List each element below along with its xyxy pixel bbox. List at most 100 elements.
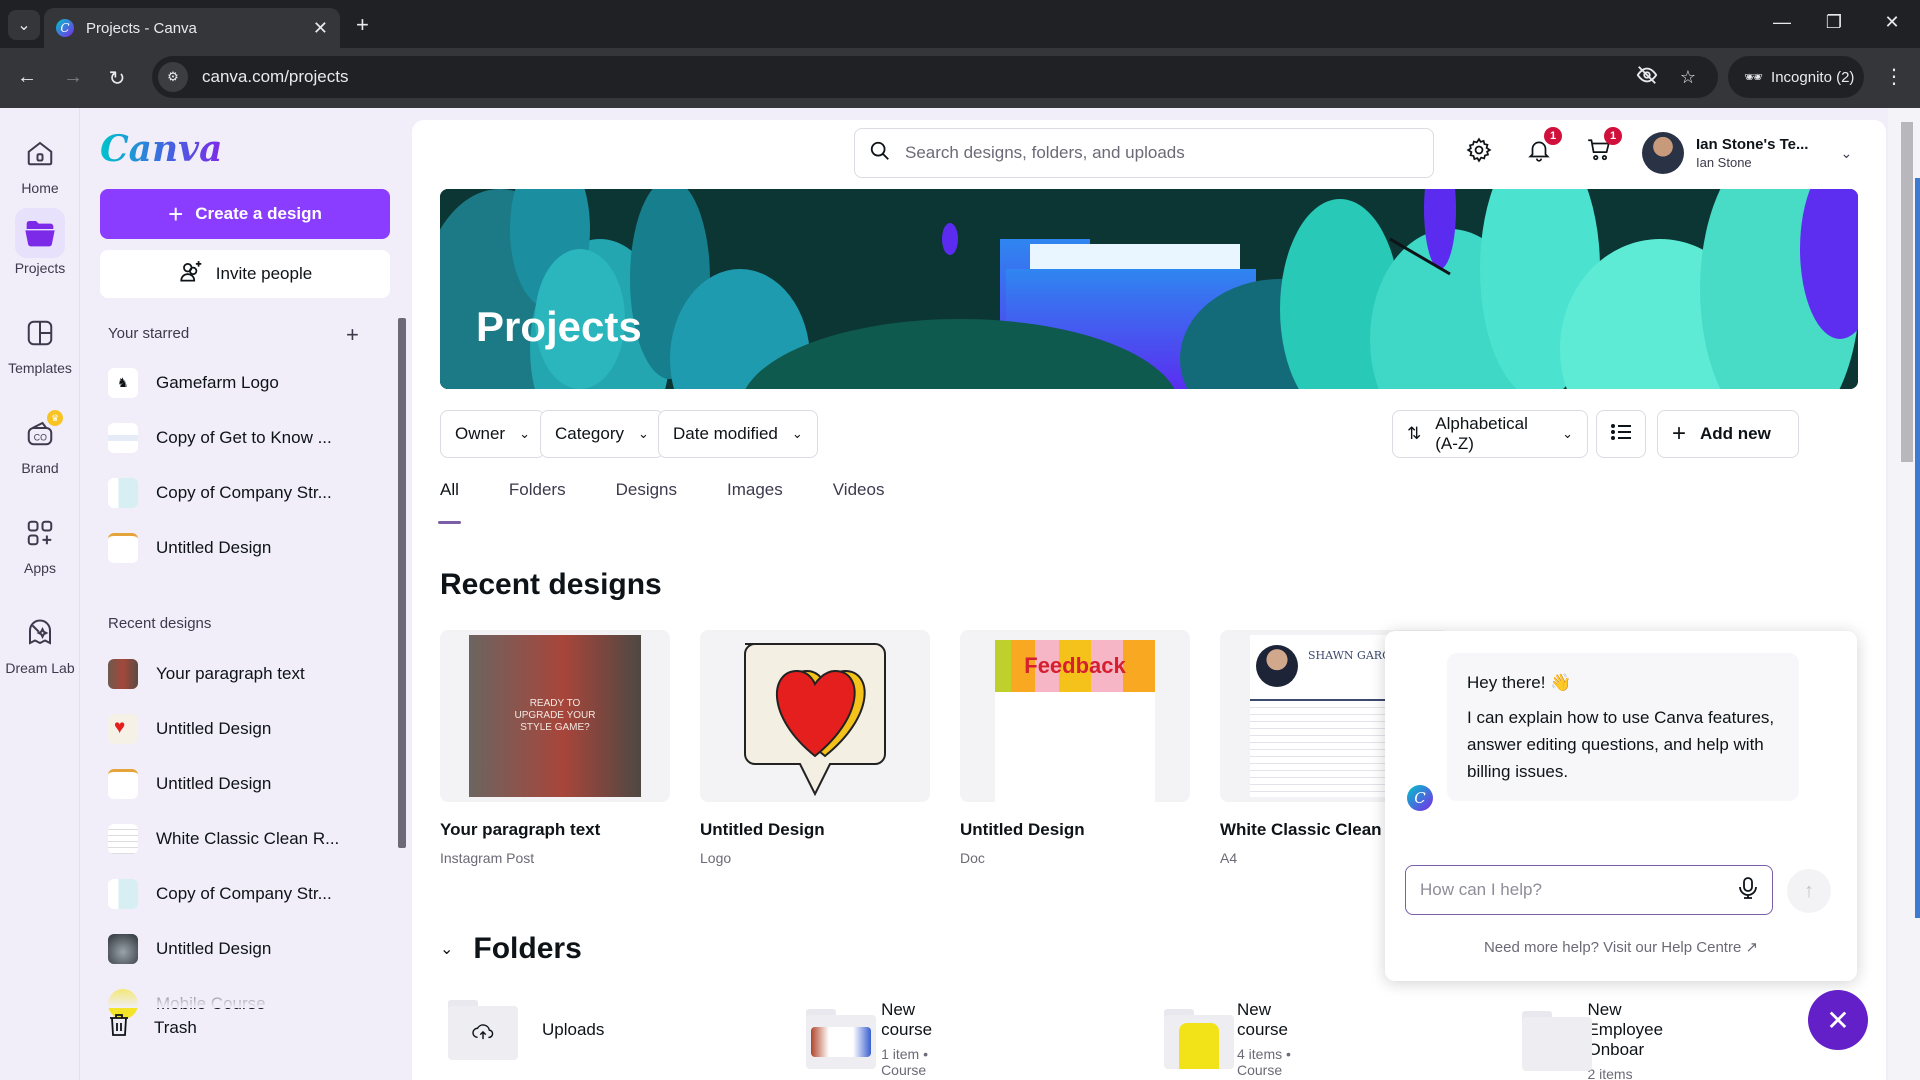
recent-designs-grid: READY TO UPGRADE YOUR STYLE GAME? Your p… (440, 630, 1450, 866)
microphone-icon[interactable] (1738, 876, 1758, 905)
incognito-indicator[interactable]: 🕶 Incognito (2) (1728, 56, 1864, 98)
folder-item[interactable]: New course 4 items • Course (1164, 1000, 1309, 1078)
starred-item[interactable]: ♞ Gamefarm Logo (108, 355, 388, 410)
trash-button[interactable]: Trash (108, 1013, 197, 1042)
tab-designs[interactable]: Designs (616, 480, 677, 524)
crown-badge-icon: ♛ (47, 410, 63, 426)
rail-label: Projects (14, 260, 66, 276)
design-card[interactable]: READY TO UPGRADE YOUR STYLE GAME? Your p… (440, 630, 670, 866)
site-info-icon[interactable]: ⚙ (158, 62, 188, 92)
assistant-input[interactable] (1420, 880, 1738, 900)
browser-tab-bar: ⌄ C Projects - Canva ✕ + — ❐ ✕ (0, 0, 1920, 48)
sort-dropdown[interactable]: ⇅ Alphabetical (A-Z) ⌄ (1392, 410, 1588, 458)
recent-item[interactable]: White Classic Clean R... (108, 811, 388, 866)
rail-item-projects[interactable]: Projects (0, 208, 80, 276)
url-text[interactable]: canva.com/projects (202, 67, 1636, 87)
tab-folders[interactable]: Folders (509, 480, 566, 524)
rail-item-dream-lab[interactable]: Dream Lab (0, 608, 80, 676)
chevron-down-icon: ⌄ (17, 17, 31, 34)
chevron-down-icon: ⌄ (1840, 144, 1853, 161)
forward-button[interactable]: → (60, 66, 86, 89)
tab-search-button[interactable]: ⌄ (8, 10, 40, 40)
apps-icon (15, 508, 65, 558)
new-tab-button[interactable]: + (356, 12, 369, 38)
list-view-icon (1610, 422, 1632, 447)
starred-item[interactable]: Copy of Company Str... (108, 465, 388, 520)
plus-icon: + (168, 198, 184, 229)
close-assistant-button[interactable]: ✕ (1808, 990, 1868, 1050)
recent-item[interactable]: Your paragraph text (108, 646, 388, 701)
folder-item[interactable]: New Employee Onboar 2 items (1522, 1000, 1692, 1080)
send-button[interactable]: ↑ (1787, 869, 1831, 913)
trash-label: Trash (154, 1017, 197, 1037)
design-card[interactable]: Untitled Design Logo (700, 630, 930, 866)
folder-item[interactable]: Uploads (448, 1000, 604, 1060)
category-filter[interactable]: Category ⌄ (540, 410, 664, 458)
reload-button[interactable]: ↻ (104, 66, 130, 91)
add-new-button[interactable]: + Add new (1657, 410, 1799, 458)
account-team-name: Ian Stone's Te... (1696, 136, 1809, 153)
notifications-button[interactable]: 1 (1522, 127, 1562, 169)
projects-hero-banner: Projects (440, 189, 1858, 389)
create-design-button[interactable]: + Create a design (100, 189, 390, 239)
address-bar[interactable]: ⚙ canva.com/projects ☆ (152, 56, 1718, 98)
recent-item[interactable]: ♥ Untitled Design (108, 701, 388, 756)
design-thumbnail (108, 878, 138, 909)
sidebar: Canva + Create a design Invite people Yo… (80, 108, 410, 1080)
sidebar-scrollbar[interactable] (398, 318, 406, 848)
recent-item[interactable]: Untitled Design (108, 921, 388, 976)
tab-label: Folders (508, 480, 566, 499)
thumbnail-text: READY TO UPGRADE YOUR STYLE GAME? (469, 635, 641, 797)
tab-images[interactable]: Images (727, 480, 783, 524)
folder-icon (1164, 1009, 1234, 1069)
search-bar[interactable] (854, 128, 1434, 178)
rail-item-apps[interactable]: Apps (0, 508, 80, 576)
assistant-input-box[interactable] (1405, 865, 1773, 915)
rail-item-templates[interactable]: Templates (0, 308, 80, 376)
account-menu[interactable]: Ian Stone's Te... Ian Stone ⌄ (1642, 132, 1852, 174)
canva-logo[interactable]: Canva (100, 128, 222, 170)
recent-item[interactable]: Untitled Design (108, 756, 388, 811)
tab-all[interactable]: All (438, 480, 461, 524)
window-close-icon[interactable]: ✕ (1878, 12, 1906, 33)
folder-name: Uploads (542, 1020, 605, 1039)
help-assistant-panel: Hey there! 👋 I can explain how to use Ca… (1385, 631, 1857, 981)
rail-item-home[interactable]: Home (0, 128, 80, 196)
owner-filter[interactable]: Owner ⌄ (440, 410, 545, 458)
design-thumbnail: ♥ (108, 713, 138, 744)
help-centre-link[interactable]: Need more help? Visit our Help Centre ↗ (1385, 938, 1857, 956)
brand-icon: CO ♛ (15, 408, 65, 458)
close-tab-icon[interactable]: ✕ (313, 18, 328, 39)
folders-section-toggle[interactable]: ⌄ Folders (440, 932, 582, 966)
list-view-button[interactable] (1596, 410, 1646, 458)
starred-item[interactable]: Copy of Get to Know ... (108, 410, 388, 465)
back-button[interactable]: ← (14, 66, 40, 89)
thumbnail-text: SHAWN GARC (1308, 649, 1391, 662)
tab-videos[interactable]: Videos (833, 480, 885, 524)
scroll-indicator (1915, 178, 1920, 918)
rail-item-brand[interactable]: CO ♛ Brand (0, 408, 80, 476)
canva-assistant-avatar-icon: C (1407, 785, 1433, 811)
starred-item[interactable]: Untitled Design (108, 520, 388, 575)
recent-item[interactable]: Copy of Company Str... (108, 866, 388, 921)
starred-item-label: Copy of Get to Know ... (156, 427, 332, 447)
minimize-icon[interactable]: — (1768, 12, 1796, 33)
invite-people-label: Invite people (215, 264, 313, 283)
add-starred-button[interactable]: + (346, 322, 359, 348)
design-card[interactable]: Feedback Untitled Design Doc (960, 630, 1190, 866)
date-modified-filter[interactable]: Date modified ⌄ (658, 410, 818, 458)
external-link-icon: ↗ (1745, 939, 1759, 956)
browser-tab[interactable]: C Projects - Canva ✕ (44, 8, 340, 48)
eye-off-icon[interactable] (1636, 64, 1658, 91)
folder-item[interactable]: New course 1 item • Course (806, 1000, 951, 1078)
search-input[interactable] (905, 143, 1433, 163)
design-thumbnail (108, 768, 138, 799)
settings-button[interactable] (1462, 135, 1496, 169)
invite-people-button[interactable]: Invite people (100, 250, 390, 298)
restore-icon[interactable]: ❐ (1820, 12, 1848, 33)
nav-rail: Home Projects Templates CO ♛ Brand Apps … (0, 108, 80, 1080)
browser-menu-icon[interactable]: ⋮ (1884, 64, 1904, 89)
bookmark-star-icon[interactable]: ☆ (1680, 67, 1696, 88)
cart-button[interactable]: 1 (1582, 127, 1622, 169)
page-scrollbar-thumb[interactable] (1901, 122, 1913, 462)
